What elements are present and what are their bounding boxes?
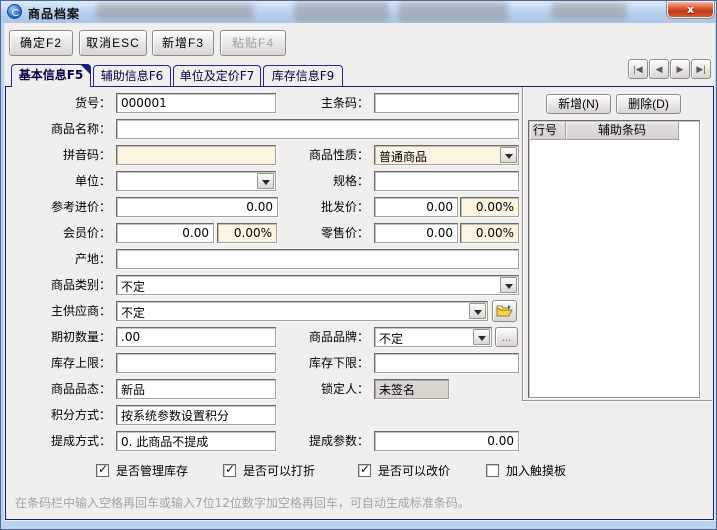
wholesale-price-label: 批发价： [261,197,369,217]
spec-input[interactable] [374,171,519,191]
nav-prev-button[interactable]: ◀ [649,59,669,79]
initial-qty-input[interactable] [116,327,276,347]
check-icon: ✓ [360,462,370,476]
title-bar: 商品档案 x [1,1,717,23]
add-touchpad-checkbox[interactable]: 加入触摸板 [486,462,566,478]
chevron-down-icon[interactable] [500,147,517,163]
tab-stock-info[interactable]: 库存信息F9 [263,65,343,86]
commission-param-input[interactable] [374,431,519,451]
origin-input[interactable] [116,249,519,269]
nav-next-button[interactable]: ▶ [670,59,690,79]
item-no-label: 货号： [9,93,111,113]
member-price-label: 会员价： [9,223,111,243]
cancel-button[interactable]: 取消ESC [79,30,147,56]
lock-person-field [374,379,449,399]
aux-delete-button[interactable]: 删除(D) [616,94,681,114]
pinyin-code-label: 拼音码： [9,145,111,165]
points-method-label: 积分方式： [9,405,111,425]
stock-lower-label: 库存下限： [261,353,369,373]
brand-more-button: ... [495,327,518,347]
item-no-input[interactable] [116,93,276,113]
unit-select[interactable] [116,171,276,191]
aux-add-button[interactable]: 新增(N) [546,94,611,114]
chevron-down-icon[interactable] [500,277,517,293]
retail-percent-input[interactable] [460,223,519,243]
commission-param-label: 提成参数： [261,431,369,451]
retail-price-label: 零售价： [261,223,369,243]
checkbox-box[interactable]: ✓ [223,464,236,477]
initial-qty-label: 期初数量： [9,327,111,347]
blurred-region [294,2,389,22]
points-method-input[interactable] [116,405,276,425]
close-button[interactable]: x [667,1,714,18]
aux-barcode-table[interactable]: 行号 辅助条码 [528,120,700,398]
chevron-down-icon[interactable] [473,329,490,345]
checkbox-label: 是否可以打折 [243,462,315,479]
product-state-label: 商品品态： [9,379,111,399]
aux-table-header: 行号 辅助条码 [530,122,679,140]
close-icon: x [687,3,694,16]
browse-supplier-button[interactable] [492,300,517,322]
ref-purchase-price-label: 参考进价： [9,197,111,217]
check-icon: ✓ [225,462,235,476]
origin-label: 产地： [9,249,111,269]
open-folder-icon [496,304,513,318]
manage-stock-checkbox[interactable]: ✓ 是否管理库存 [96,462,188,478]
app-icon [7,4,22,19]
column-aux-barcode: 辅助条码 [566,122,679,140]
checkbox-box[interactable] [486,464,499,477]
paste-button: 粘贴F4 [220,30,286,56]
blurred-region [96,4,254,20]
nav-last-button[interactable]: ▶| [691,59,711,79]
checkbox-box[interactable]: ✓ [358,464,371,477]
stock-upper-label: 库存上限： [9,353,111,373]
allow-price-change-checkbox[interactable]: ✓ 是否可以改价 [358,462,450,478]
stock-lower-input[interactable] [374,353,519,373]
product-state-input[interactable] [116,379,276,399]
category-label: 商品类别： [9,275,111,295]
member-price-input[interactable] [116,223,214,243]
retail-price-input[interactable] [374,223,458,243]
tab-unit-pricing[interactable]: 单位及定价F7 [173,65,261,86]
category-select[interactable]: 不定 [116,275,519,295]
product-name-label: 商品名称： [9,119,111,139]
ref-purchase-price-input[interactable] [116,197,278,217]
check-icon: ✓ [98,462,108,476]
wholesale-percent-input[interactable] [460,197,519,217]
main-barcode-input[interactable] [374,93,519,113]
brand-label: 商品品牌： [261,327,369,347]
product-nature-label: 商品性质： [261,145,369,165]
checkbox-label: 是否管理库存 [116,462,188,479]
checkbox-box[interactable]: ✓ [96,464,109,477]
pinyin-code-input[interactable] [116,145,276,165]
unit-label: 单位： [9,171,111,191]
confirm-button[interactable]: 确定F2 [9,30,73,56]
nav-first-button[interactable]: |◀ [628,59,648,79]
lock-person-label: 锁定人： [261,379,369,399]
wholesale-price-input[interactable] [374,197,458,217]
tab-basic-info[interactable]: 基本信息F5 [11,64,91,87]
add-button[interactable]: 新增F3 [152,30,214,56]
column-row-no: 行号 [530,122,566,140]
product-name-input[interactable] [116,119,519,139]
allow-discount-checkbox[interactable]: ✓ 是否可以打折 [223,462,315,478]
tab-aux-info[interactable]: 辅助信息F6 [93,65,171,86]
brand-select[interactable]: 不定 [374,327,492,347]
stock-upper-input[interactable] [116,353,276,373]
product-archive-window: 商品档案 x 确定F2 取消ESC 新增F3 粘贴F4 |◀ ◀ ▶ ▶| 基本… [0,0,717,530]
product-nature-select[interactable]: 普通商品 [374,145,519,165]
commission-method-input[interactable] [116,431,276,451]
window-title: 商品档案 [28,5,80,22]
checkbox-label: 是否可以改价 [378,462,450,479]
main-barcode-label: 主条码： [261,93,369,113]
status-hint: 在条码栏中输入空格再回车或输入7位12位数字加空格再回车，可自动生成标准条码。 [15,494,705,511]
commission-method-label: 提成方式： [9,431,111,451]
blurred-region [398,2,508,22]
main-supplier-select[interactable]: 不定 [116,301,488,321]
blurred-region [551,3,627,20]
checkbox-label: 加入触摸板 [506,462,566,479]
spec-label: 规格： [261,171,369,191]
main-supplier-label: 主供应商： [9,301,111,321]
chevron-down-icon[interactable] [469,303,486,319]
